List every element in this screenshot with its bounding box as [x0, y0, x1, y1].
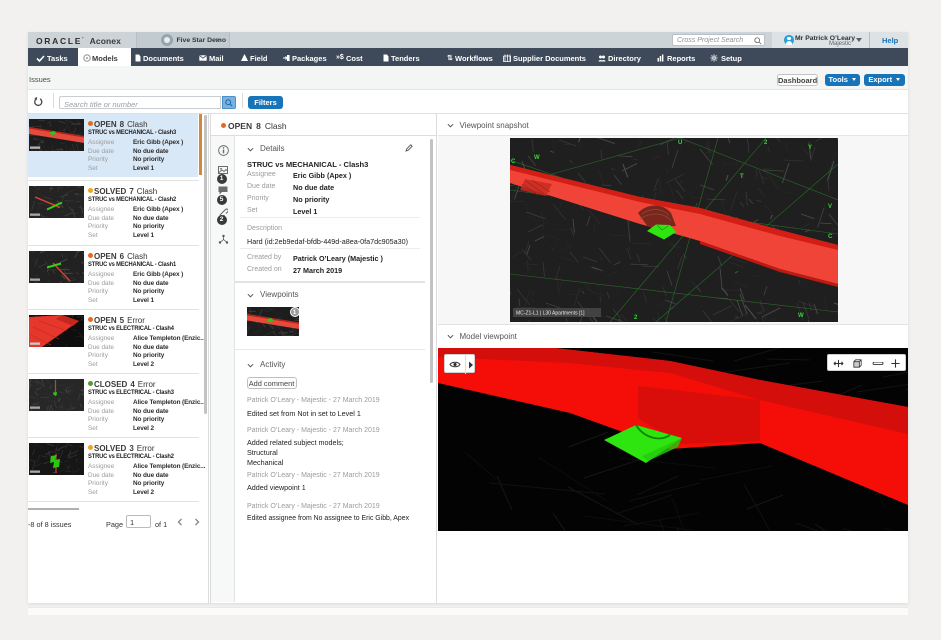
svg-text:W: W	[798, 313, 804, 319]
svg-text:Y: Y	[808, 145, 812, 151]
svg-text:T: T	[740, 174, 744, 180]
svg-text:V: V	[828, 204, 832, 210]
svg-text:W: W	[534, 155, 540, 161]
svg-text:MC-Z1-L1 | L30 Apartments [1]: MC-Z1-L1 | L30 Apartments [1]	[516, 311, 585, 317]
svg-text:U: U	[678, 140, 682, 146]
svg-text:C: C	[511, 159, 516, 165]
svg-text:C: C	[828, 234, 833, 240]
